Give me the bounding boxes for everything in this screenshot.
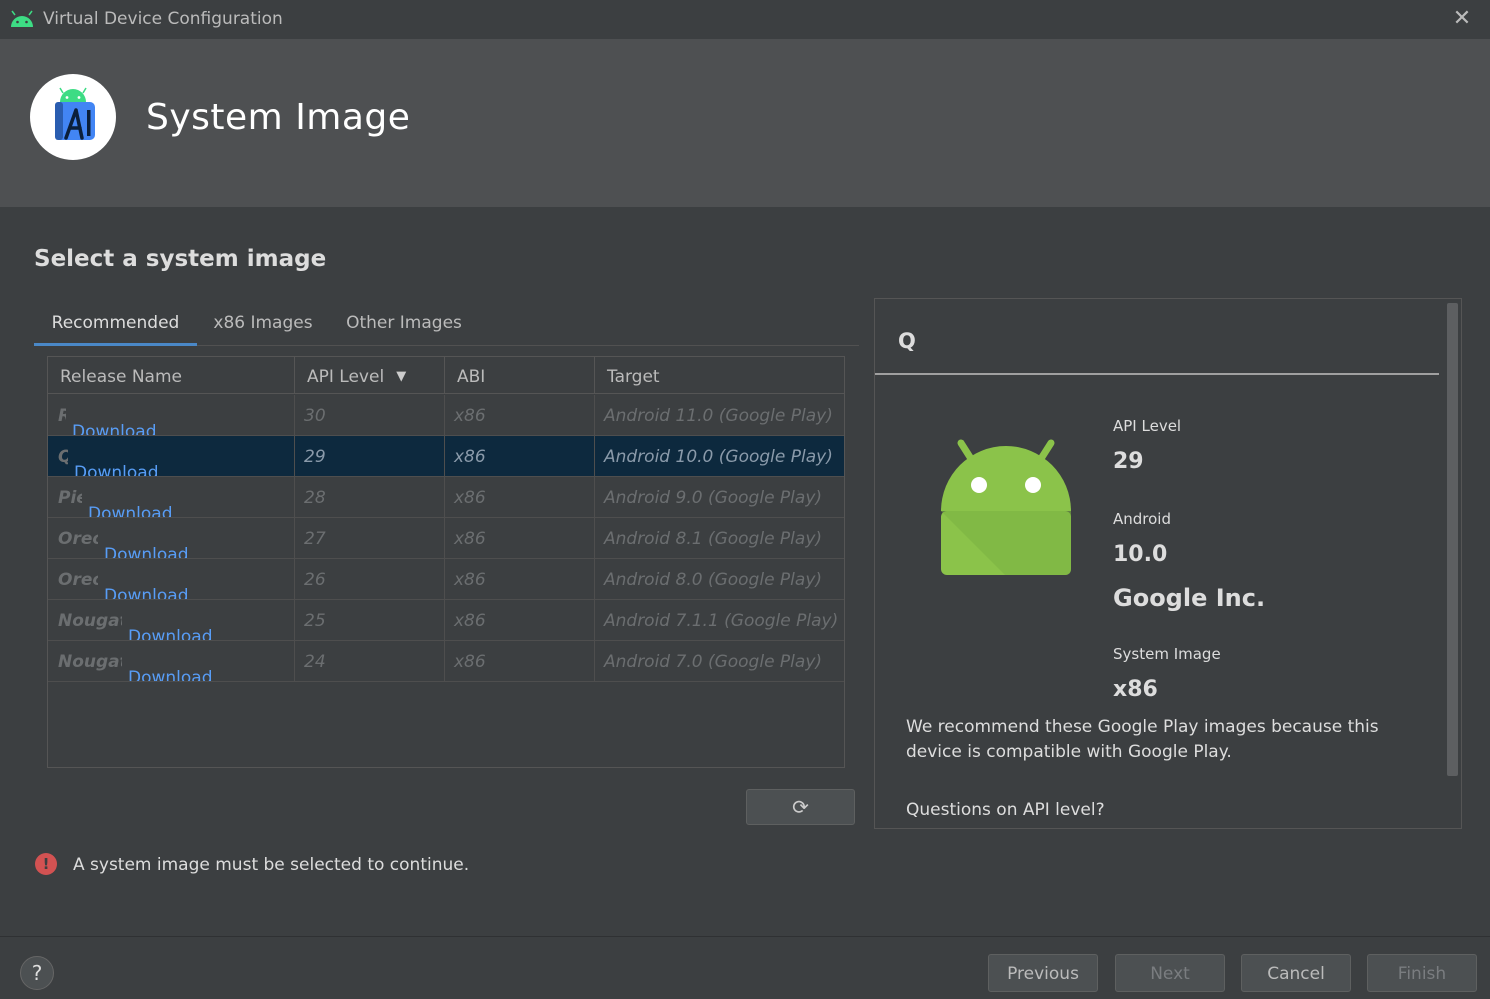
column-api-level[interactable]: API Level ▼ <box>295 357 445 394</box>
release-name: Q <box>58 436 68 476</box>
cell-release-name: Pie Download <box>48 477 295 517</box>
cell-target: Android 11.0 (Google Play) <box>604 406 833 426</box>
cell-api-level: 29 <box>295 436 445 476</box>
title-bar: Virtual Device Configuration ✕ <box>0 0 1490 39</box>
detail-release-name: Q <box>898 329 916 353</box>
api-level-value: 29 <box>1113 449 1144 474</box>
download-link[interactable]: Download <box>104 586 189 599</box>
cell-release-name: Nougat Download <box>48 600 295 640</box>
cell-target: Android 8.0 (Google Play) <box>604 570 823 590</box>
cell-target: Android 7.0 (Google Play) <box>604 652 823 672</box>
sort-descending-icon: ▼ <box>396 369 407 384</box>
download-link[interactable]: Download <box>128 668 213 681</box>
column-release-name[interactable]: Release Name <box>48 357 295 394</box>
release-name: R <box>58 395 66 435</box>
android-label: Android <box>1113 510 1171 528</box>
android-robot-icon <box>941 439 1071 575</box>
refresh-button[interactable]: ⟳ <box>746 789 855 825</box>
download-link[interactable]: Download <box>74 463 159 476</box>
close-icon[interactable]: ✕ <box>1448 6 1476 32</box>
cell-abi: x86 <box>445 395 595 435</box>
cell-api-level: 25 <box>295 600 445 640</box>
api-level-label: API Level <box>1113 417 1182 435</box>
release-name: Pie <box>58 488 82 508</box>
table-row[interactable]: Nougat Download 25 x86 Android 7.1.1 (Goo… <box>48 600 844 641</box>
cell-abi: x86 <box>445 477 595 517</box>
system-image-value: x86 <box>1113 677 1158 702</box>
table-row[interactable]: Nougat Download 24 x86 Android 7.0 (Googl… <box>48 641 844 682</box>
column-label: Target <box>607 367 660 387</box>
column-label: Release Name <box>60 367 182 387</box>
detail-scrollbar[interactable] <box>1447 303 1458 776</box>
cell-api-level: 27 <box>295 518 445 558</box>
image-tabs: Recommended x86 Images Other Images <box>34 300 859 346</box>
cell-abi: x86 <box>445 600 595 640</box>
cell-release-name: Nougat Download <box>48 641 295 681</box>
cancel-button[interactable]: Cancel <box>1241 954 1351 992</box>
questions-link[interactable]: Questions on API level? <box>906 800 1105 820</box>
cell-release-name: R Download <box>48 395 295 435</box>
error-icon: ! <box>35 853 57 875</box>
cell-api-level: 30 <box>295 395 445 435</box>
cell-target: Android 10.0 (Google Play) <box>604 447 833 467</box>
release-name: Nougat <box>58 652 122 672</box>
table-row[interactable]: Oreo Download 26 x86 Android 8.0 (Google … <box>48 559 844 600</box>
android-version-value: 10.0 <box>1113 542 1168 567</box>
finish-button[interactable]: Finish <box>1367 954 1477 992</box>
android-studio-icon <box>55 87 95 140</box>
cell-api-level: 26 <box>295 559 445 599</box>
refresh-icon: ⟳ <box>792 795 809 819</box>
column-abi[interactable]: ABI <box>445 357 595 394</box>
download-link[interactable]: Download <box>88 504 173 517</box>
cell-abi: x86 <box>445 518 595 558</box>
tab-recommended[interactable]: Recommended <box>34 300 197 346</box>
table-row[interactable]: Q Download 29 x86 Android 10.0 (Google Pl… <box>48 436 844 477</box>
table-row[interactable]: Oreo Download 27 x86 Android 8.1 (Google … <box>48 518 844 559</box>
cell-target: Android 9.0 (Google Play) <box>604 488 823 508</box>
android-studio-logo <box>30 74 116 160</box>
release-name: Nougat <box>58 611 122 631</box>
cell-abi: x86 <box>445 436 595 476</box>
cell-api-level: 28 <box>295 477 445 517</box>
column-label: API Level <box>307 367 385 387</box>
download-link[interactable]: Download <box>72 422 157 435</box>
system-image-label: System Image <box>1113 645 1221 663</box>
tab-other-images[interactable]: Other Images <box>336 300 472 346</box>
tab-x86-images[interactable]: x86 Images <box>204 300 322 346</box>
page-title: System Image <box>146 97 411 138</box>
column-label: ABI <box>457 367 486 387</box>
error-message: A system image must be selected to conti… <box>73 855 470 875</box>
cell-target: Android 8.1 (Google Play) <box>604 529 823 549</box>
system-image-table: Release Name API Level ▼ ABI Target R Down… <box>47 356 845 768</box>
detail-divider <box>875 373 1439 375</box>
table-row[interactable]: Pie Download 28 x86 Android 9.0 (Google P… <box>48 477 844 518</box>
page-header: System Image <box>0 39 1490 207</box>
window-title: Virtual Device Configuration <box>43 9 283 29</box>
table-row[interactable]: R Download 30 x86 Android 11.0 (Google Pl… <box>48 395 844 436</box>
release-name: Oreo <box>58 570 98 590</box>
column-target[interactable]: Target <box>595 357 844 394</box>
image-detail-panel: Q API Level 29 Android 10.0 Google Inc. … <box>874 298 1462 829</box>
help-button[interactable]: ? <box>20 956 54 990</box>
cell-target: Android 7.1.1 (Google Play) <box>604 611 839 631</box>
table-header: Release Name API Level ▼ ABI Target <box>48 357 844 394</box>
cell-release-name: Oreo Download <box>48 518 295 558</box>
cell-abi: x86 <box>445 641 595 681</box>
cell-abi: x86 <box>445 559 595 599</box>
footer-divider <box>0 936 1490 937</box>
download-link[interactable]: Download <box>104 545 189 558</box>
cell-api-level: 24 <box>295 641 445 681</box>
download-link[interactable]: Download <box>128 627 213 640</box>
recommendation-text: We recommend these Google Play images be… <box>906 717 1379 762</box>
cell-release-name: Oreo Download <box>48 559 295 599</box>
android-icon <box>11 10 33 27</box>
release-name: Oreo <box>58 529 98 549</box>
next-button[interactable]: Next <box>1115 954 1225 992</box>
cell-release-name: Q Download <box>48 436 295 476</box>
vendor-value: Google Inc. <box>1113 584 1266 612</box>
previous-button[interactable]: Previous <box>988 954 1098 992</box>
section-title: Select a system image <box>34 246 327 272</box>
